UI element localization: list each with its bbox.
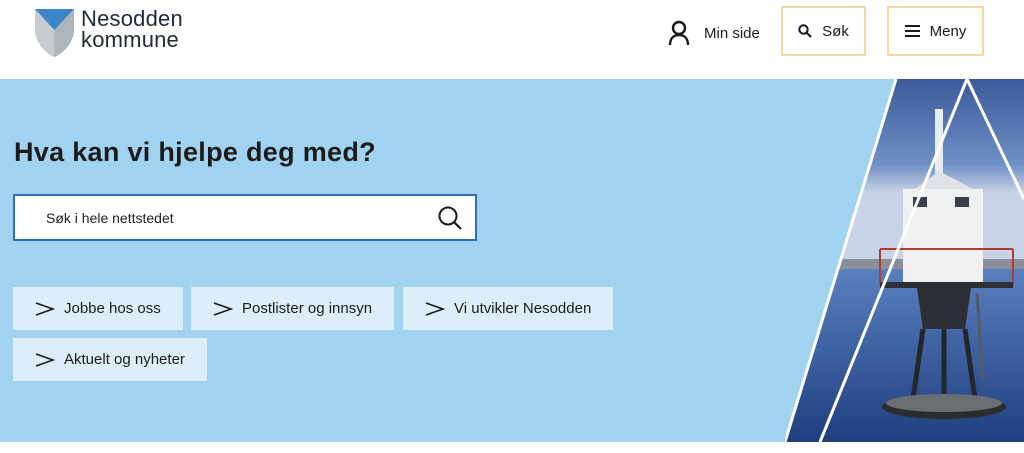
search-input[interactable] xyxy=(15,195,437,240)
site-header: Nesodden kommune Min side Søk Meny xyxy=(0,0,1024,79)
chevron-right-icon xyxy=(35,352,55,367)
menu-button-label: Meny xyxy=(929,22,967,40)
chevron-right-icon xyxy=(425,301,445,316)
search-icon xyxy=(798,24,812,38)
user-icon xyxy=(668,20,690,46)
logo-text: Nesodden kommune xyxy=(81,6,183,52)
quick-link-postlister[interactable]: Postlister og innsyn xyxy=(191,287,394,330)
menu-button[interactable]: Meny xyxy=(887,6,984,56)
chevron-right-icon xyxy=(213,301,233,316)
quick-link-jobbe[interactable]: Jobbe hos oss xyxy=(13,287,183,330)
search-submit-icon[interactable] xyxy=(437,205,463,231)
search-button-label: Søk xyxy=(822,22,849,40)
quick-link-vi-utvikler[interactable]: Vi utvikler Nesodden xyxy=(403,287,613,330)
quick-link-label: Aktuelt og nyheter xyxy=(64,351,185,368)
chevron-right-icon xyxy=(35,301,55,316)
hero-section: Hva kan vi hjelpe deg med? Jobbe hos oss… xyxy=(0,79,1024,442)
site-search xyxy=(13,194,477,241)
min-side-label: Min side xyxy=(704,24,760,42)
lighthouse-photo xyxy=(785,79,1024,442)
quick-link-label: Vi utvikler Nesodden xyxy=(454,300,592,317)
search-button[interactable]: Søk xyxy=(781,6,866,56)
coat-of-arms-icon xyxy=(35,9,74,57)
quick-link-aktuelt[interactable]: Aktuelt og nyheter xyxy=(13,338,207,381)
min-side-link[interactable]: Min side xyxy=(668,20,760,46)
quick-link-label: Jobbe hos oss xyxy=(64,300,161,317)
logo-line-2: kommune xyxy=(81,27,179,52)
page-bottom xyxy=(0,442,1024,453)
logo-link[interactable]: Nesodden kommune xyxy=(34,8,183,58)
menu-icon xyxy=(904,25,920,37)
quick-link-label: Postlister og innsyn xyxy=(242,300,373,317)
hero-title: Hva kan vi hjelpe deg med? xyxy=(14,137,376,167)
logo-line-1: Nesodden xyxy=(81,6,183,31)
